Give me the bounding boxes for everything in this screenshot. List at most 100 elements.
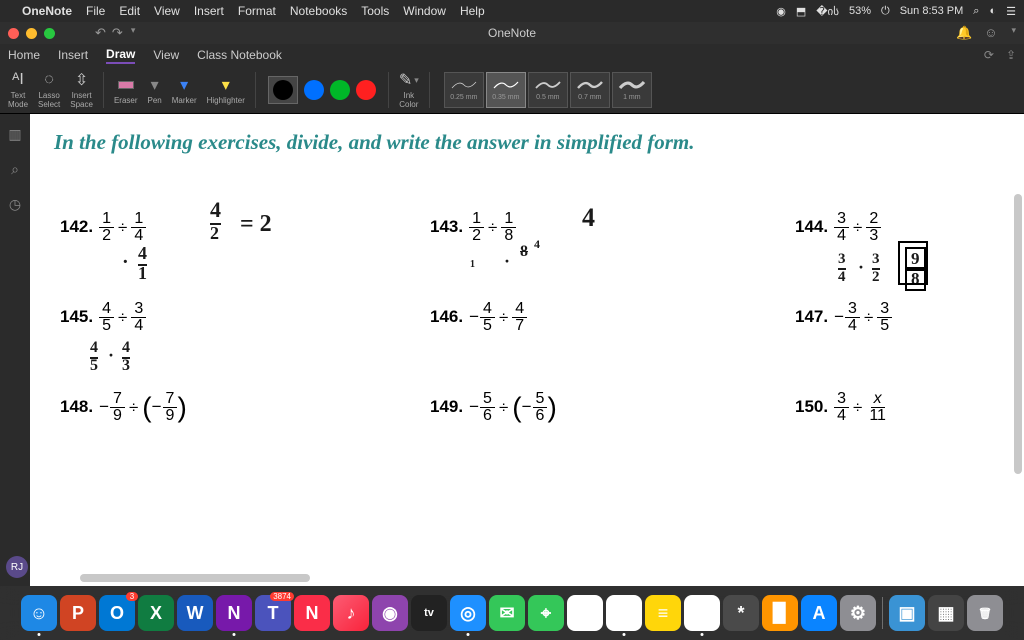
clock[interactable]: Sun 8:53 PM [900, 5, 964, 17]
dock-teams[interactable]: T3874 [255, 595, 291, 631]
redo-button[interactable]: ↷ [112, 25, 123, 41]
undo-button[interactable]: ↶ [95, 25, 106, 41]
battery-pct: 53% [849, 5, 871, 17]
dock-books[interactable]: ▉ [762, 595, 798, 631]
share-icon[interactable]: ⇪ [1006, 48, 1016, 62]
dock: ☺PO3XWNT3874N♪◉tv◎✉⌖✿12≡◉*▉A⚙▣▦🗑 [0, 586, 1024, 640]
dock-finder[interactable]: ☺ [21, 595, 57, 631]
wifi-icon[interactable]: �ის [816, 5, 839, 18]
dock-excel[interactable]: X [138, 595, 174, 631]
menu-tools[interactable]: Tools [361, 4, 389, 18]
dock-podcasts[interactable]: ◉ [372, 595, 408, 631]
zoom-icon[interactable]: ◉ [776, 5, 786, 18]
dock-word[interactable]: W [177, 595, 213, 631]
dock-news[interactable]: N [294, 595, 330, 631]
menu-view[interactable]: View [154, 4, 180, 18]
thickness-05[interactable]: 0.5 mm [528, 72, 568, 108]
problem-150: 150.34÷x11 [795, 391, 889, 424]
dock-app1[interactable]: * [723, 595, 759, 631]
tab-home[interactable]: Home [8, 48, 40, 62]
ink-color-button[interactable]: ✎▾Ink Color [395, 68, 423, 111]
handwriting: · [108, 345, 114, 366]
account-icon[interactable]: ☺ [984, 25, 997, 41]
handwriting: 4 [534, 237, 540, 252]
dropshare-icon[interactable]: ⬒ [796, 5, 806, 18]
notifications-icon[interactable]: 🔔 [956, 25, 972, 41]
search-icon[interactable]: ⌕ [973, 5, 979, 18]
battery-icon[interactable]: ⏻ [881, 5, 890, 18]
dock-appstore[interactable]: A [801, 595, 837, 631]
menu-file[interactable]: File [86, 4, 105, 18]
tab-draw[interactable]: Draw [106, 47, 135, 64]
vertical-scrollbar[interactable] [1014, 194, 1022, 474]
ink-red[interactable] [356, 80, 376, 100]
close-button[interactable] [8, 28, 19, 39]
dock-photos[interactable]: ✿ [567, 595, 603, 631]
recent-icon[interactable]: ◷ [9, 196, 21, 213]
dock-trash[interactable]: 🗑 [967, 595, 1003, 631]
feedback-icon[interactable]: ⟳ [984, 48, 994, 62]
draw-toolbar: ᴬIText Mode ◌Lasso Select ⇳Insert Space … [0, 66, 1024, 114]
dock-chrome[interactable]: ◉ [684, 595, 720, 631]
siri-icon[interactable]: ◐ [989, 5, 996, 17]
menu-insert[interactable]: Insert [194, 4, 224, 18]
pen-button[interactable]: ▾Pen [144, 73, 166, 107]
dock-outlook[interactable]: O3 [99, 595, 135, 631]
handwriting: 4 [90, 339, 98, 359]
problem-147: 147.−34÷35 [795, 301, 892, 334]
thickness-1[interactable]: 1 mm [612, 72, 652, 108]
handwriting: = 2 [240, 211, 272, 238]
app-menu[interactable]: OneNote [22, 4, 72, 18]
dock-folder[interactable]: ▣ [889, 595, 925, 631]
handwriting: 4 [582, 203, 595, 233]
maximize-button[interactable] [44, 28, 55, 39]
text-mode-button[interactable]: ᴬIText Mode [4, 68, 32, 111]
menu-window[interactable]: Window [403, 4, 446, 18]
thickness-07[interactable]: 0.7 mm [570, 72, 610, 108]
marker-button[interactable]: ▾Marker [168, 73, 201, 107]
minimize-button[interactable] [26, 28, 37, 39]
thickness-group: 0.25 mm 0.35 mm 0.5 mm 0.7 mm 1 mm [444, 72, 652, 108]
dock-notes[interactable]: ≡ [645, 595, 681, 631]
handwriting: · [122, 251, 129, 274]
problem-144: 144.34÷23 [795, 211, 881, 244]
highlighter-button[interactable]: ▾Highlighter [203, 73, 249, 107]
menu-format[interactable]: Format [238, 4, 276, 18]
menu-notebooks[interactable]: Notebooks [290, 4, 347, 18]
handwriting: 1 [138, 263, 147, 284]
dock-maps[interactable]: ⌖ [528, 595, 564, 631]
horizontal-scrollbar[interactable] [80, 574, 310, 582]
left-rail: ▥ ⌕ ◷ [0, 114, 30, 586]
dock-onenote[interactable]: N [216, 595, 252, 631]
dock-calendar[interactable]: 12 [606, 595, 642, 631]
page-canvas[interactable]: In the following exercises, divide, and … [30, 114, 1024, 586]
dock-messages[interactable]: ✉ [489, 595, 525, 631]
window-titlebar: ↶ ↷ ▾ OneNote 🔔 ☺ ▾ [0, 22, 1024, 44]
lasso-select-button[interactable]: ◌Lasso Select [34, 68, 64, 111]
dock-powerpoint[interactable]: P [60, 595, 96, 631]
handwriting: 3 [122, 357, 130, 375]
ink-blue[interactable] [304, 80, 324, 100]
ink-green[interactable] [330, 80, 350, 100]
menu-help[interactable]: Help [460, 4, 485, 18]
insert-space-button[interactable]: ⇳Insert Space [66, 68, 97, 111]
tab-view[interactable]: View [153, 48, 179, 62]
window-title: OneNote [488, 26, 536, 40]
menu-edit[interactable]: Edit [119, 4, 140, 18]
thickness-035[interactable]: 0.35 mm [486, 72, 526, 108]
dock-appletv[interactable]: tv [411, 595, 447, 631]
tab-insert[interactable]: Insert [58, 48, 88, 62]
handwriting: 5 [90, 357, 98, 375]
search-icon[interactable]: ⌕ [11, 161, 19, 178]
tab-class-notebook[interactable]: Class Notebook [197, 48, 282, 62]
notebooks-icon[interactable]: ▥ [8, 126, 21, 143]
ink-black[interactable] [268, 76, 298, 104]
dock-systemprefs[interactable]: ⚙ [840, 595, 876, 631]
control-center-icon[interactable]: ☰ [1006, 5, 1016, 18]
eraser-button[interactable]: Eraser [110, 73, 142, 107]
thickness-025[interactable]: 0.25 mm [444, 72, 484, 108]
avatar[interactable]: RJ [6, 556, 28, 578]
dock-safari[interactable]: ◎ [450, 595, 486, 631]
dock-screenshot[interactable]: ▦ [928, 595, 964, 631]
dock-music[interactable]: ♪ [333, 595, 369, 631]
